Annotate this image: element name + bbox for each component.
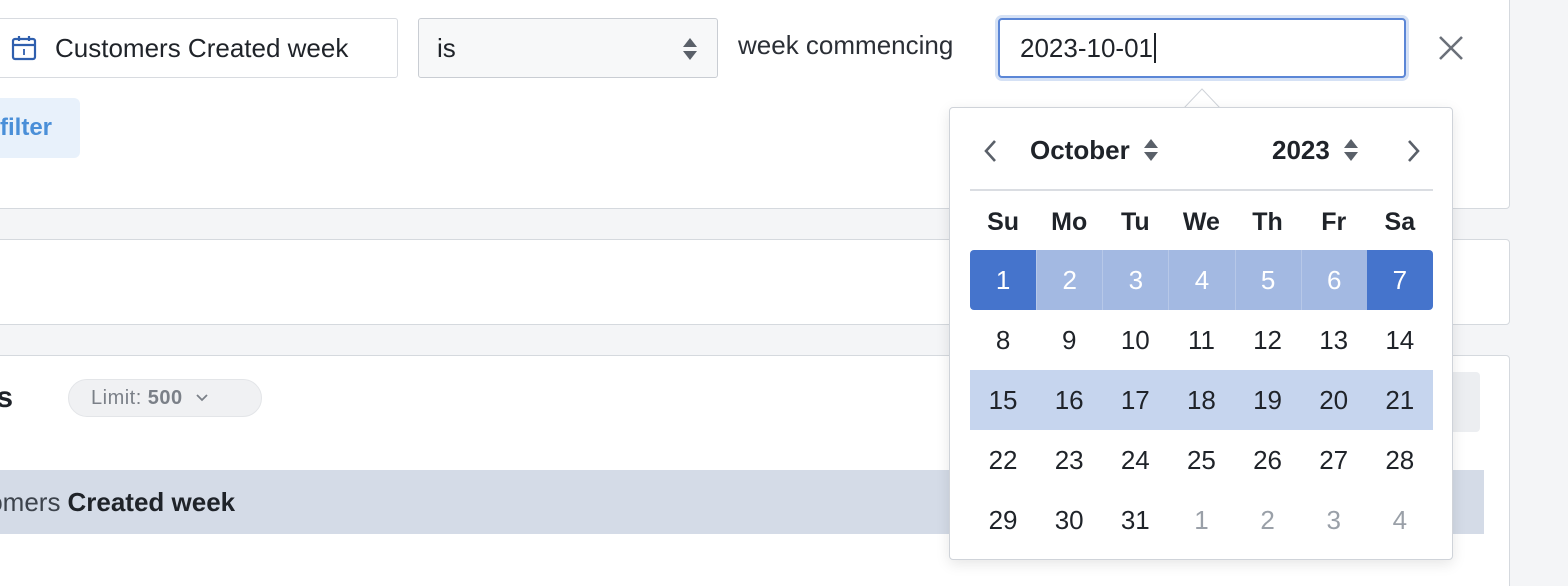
weekday-label: Fr: [1321, 208, 1347, 236]
calendar-day[interactable]: 21: [1366, 370, 1433, 430]
calendar-day[interactable]: 10: [1102, 310, 1168, 370]
calendar-day[interactable]: 2: [1235, 490, 1301, 550]
calendar-day[interactable]: 4: [1168, 250, 1235, 310]
limit-label: Limit:: [91, 386, 142, 409]
calendar-day[interactable]: 8: [970, 310, 1036, 370]
date-picker: October 2023 Su Mo Tu We Th Fr Sa 1 2 3 …: [949, 107, 1453, 560]
filter-operator-value: is: [437, 32, 456, 63]
calendar-day[interactable]: 14: [1367, 310, 1433, 370]
close-icon[interactable]: [1436, 33, 1466, 63]
calendar-day[interactable]: 1: [970, 250, 1037, 310]
calendar-day[interactable]: 3: [1301, 490, 1367, 550]
calendar-week-row: 15 16 17 18 19 20 21: [970, 370, 1433, 430]
popover-arrow: [1184, 88, 1220, 108]
calendar-week-row: 8 9 10 11 12 13 14: [970, 310, 1433, 370]
weekday-label: Mo: [1051, 208, 1088, 236]
calendar-icon: [11, 36, 37, 61]
weekday-label: Sa: [1384, 208, 1416, 236]
calendar-day[interactable]: 30: [1036, 490, 1102, 550]
month-value: October: [1030, 134, 1130, 165]
filter-connector-label: week commencing: [738, 30, 954, 60]
calendar-day[interactable]: 19: [1234, 370, 1301, 430]
calendar-week-row: 22 23 24 25 26 27 28: [970, 430, 1433, 490]
filter-dimension-field[interactable]: Customers Created week: [0, 18, 398, 78]
weekday-label: Tu: [1120, 208, 1150, 236]
year-value: 2023: [1272, 134, 1330, 165]
calendar-day[interactable]: 18: [1168, 370, 1235, 430]
filter-date-input[interactable]: 2023-10-01: [998, 18, 1406, 78]
calendar-grid: 1 2 3 4 5 6 7 8 9 10 11 12 13 14 15 16 17 18 19 20 21 22 23 24 2…: [970, 250, 1433, 550]
calendar-day[interactable]: 28: [1367, 430, 1433, 490]
table-header-prefix: stomers: [0, 486, 61, 517]
date-picker-header: October 2023: [950, 108, 1454, 190]
weekday-label: We: [1182, 208, 1220, 236]
weekday-header: Su Mo Tu We Th Fr Sa: [970, 208, 1433, 244]
calendar-day[interactable]: 20: [1300, 370, 1367, 430]
add-filter-label: filter: [0, 114, 53, 141]
add-filter-button[interactable]: filter: [0, 98, 80, 158]
filter-operator-select[interactable]: is: [418, 18, 718, 78]
results-title: lts: [0, 381, 14, 414]
calendar-day[interactable]: 17: [1102, 370, 1169, 430]
calendar-day[interactable]: 3: [1102, 250, 1169, 310]
chevron-right-icon[interactable]: [1400, 136, 1426, 166]
query-builder: Customers Created week is week commencin…: [0, 0, 1568, 586]
year-select[interactable]: 2023: [1272, 132, 1360, 168]
limit-value: 500: [147, 386, 183, 409]
calendar-day[interactable]: 9: [1036, 310, 1102, 370]
calendar-day[interactable]: 6: [1300, 250, 1367, 310]
filter-dimension-label: Customers Created week: [55, 32, 349, 63]
calendar-day[interactable]: 11: [1168, 310, 1234, 370]
text-cursor: [1154, 33, 1156, 63]
calendar-day[interactable]: 16: [1036, 370, 1103, 430]
date-picker-divider: [970, 189, 1433, 191]
limit-dropdown[interactable]: Limit: 500: [68, 379, 262, 417]
calendar-day[interactable]: 29: [970, 490, 1036, 550]
sort-arrows-icon: [1143, 139, 1158, 161]
calendar-day[interactable]: 22: [970, 430, 1036, 490]
month-select[interactable]: October: [1030, 132, 1160, 168]
calendar-day[interactable]: 25: [1168, 430, 1234, 490]
calendar-day[interactable]: 23: [1036, 430, 1102, 490]
calendar-week-row: 29 30 31 1 2 3 4: [970, 490, 1433, 550]
calendar-day[interactable]: 26: [1235, 430, 1301, 490]
calendar-day[interactable]: 2: [1036, 250, 1103, 310]
calendar-day[interactable]: 1: [1168, 490, 1234, 550]
calendar-day[interactable]: 15: [970, 370, 1037, 430]
calendar-day[interactable]: 27: [1301, 430, 1367, 490]
filter-date-value: 2023-10-01: [1020, 32, 1153, 63]
calendar-day[interactable]: 24: [1102, 430, 1168, 490]
calendar-week-row: 1234567: [970, 250, 1433, 310]
sort-arrows-icon: [1343, 139, 1358, 161]
table-header-column[interactable]: Created week: [67, 487, 235, 518]
weekday-label: Su: [987, 208, 1020, 236]
calendar-day[interactable]: 5: [1234, 250, 1301, 310]
chevron-down-icon: [196, 394, 208, 402]
sort-arrows-icon: [683, 38, 697, 60]
calendar-day[interactable]: 12: [1235, 310, 1301, 370]
calendar-day[interactable]: 7: [1366, 250, 1433, 310]
calendar-day[interactable]: 4: [1367, 490, 1433, 550]
weekday-label: Th: [1252, 208, 1283, 236]
calendar-day[interactable]: 13: [1301, 310, 1367, 370]
calendar-day[interactable]: 31: [1102, 490, 1168, 550]
chevron-left-icon[interactable]: [978, 136, 1004, 166]
